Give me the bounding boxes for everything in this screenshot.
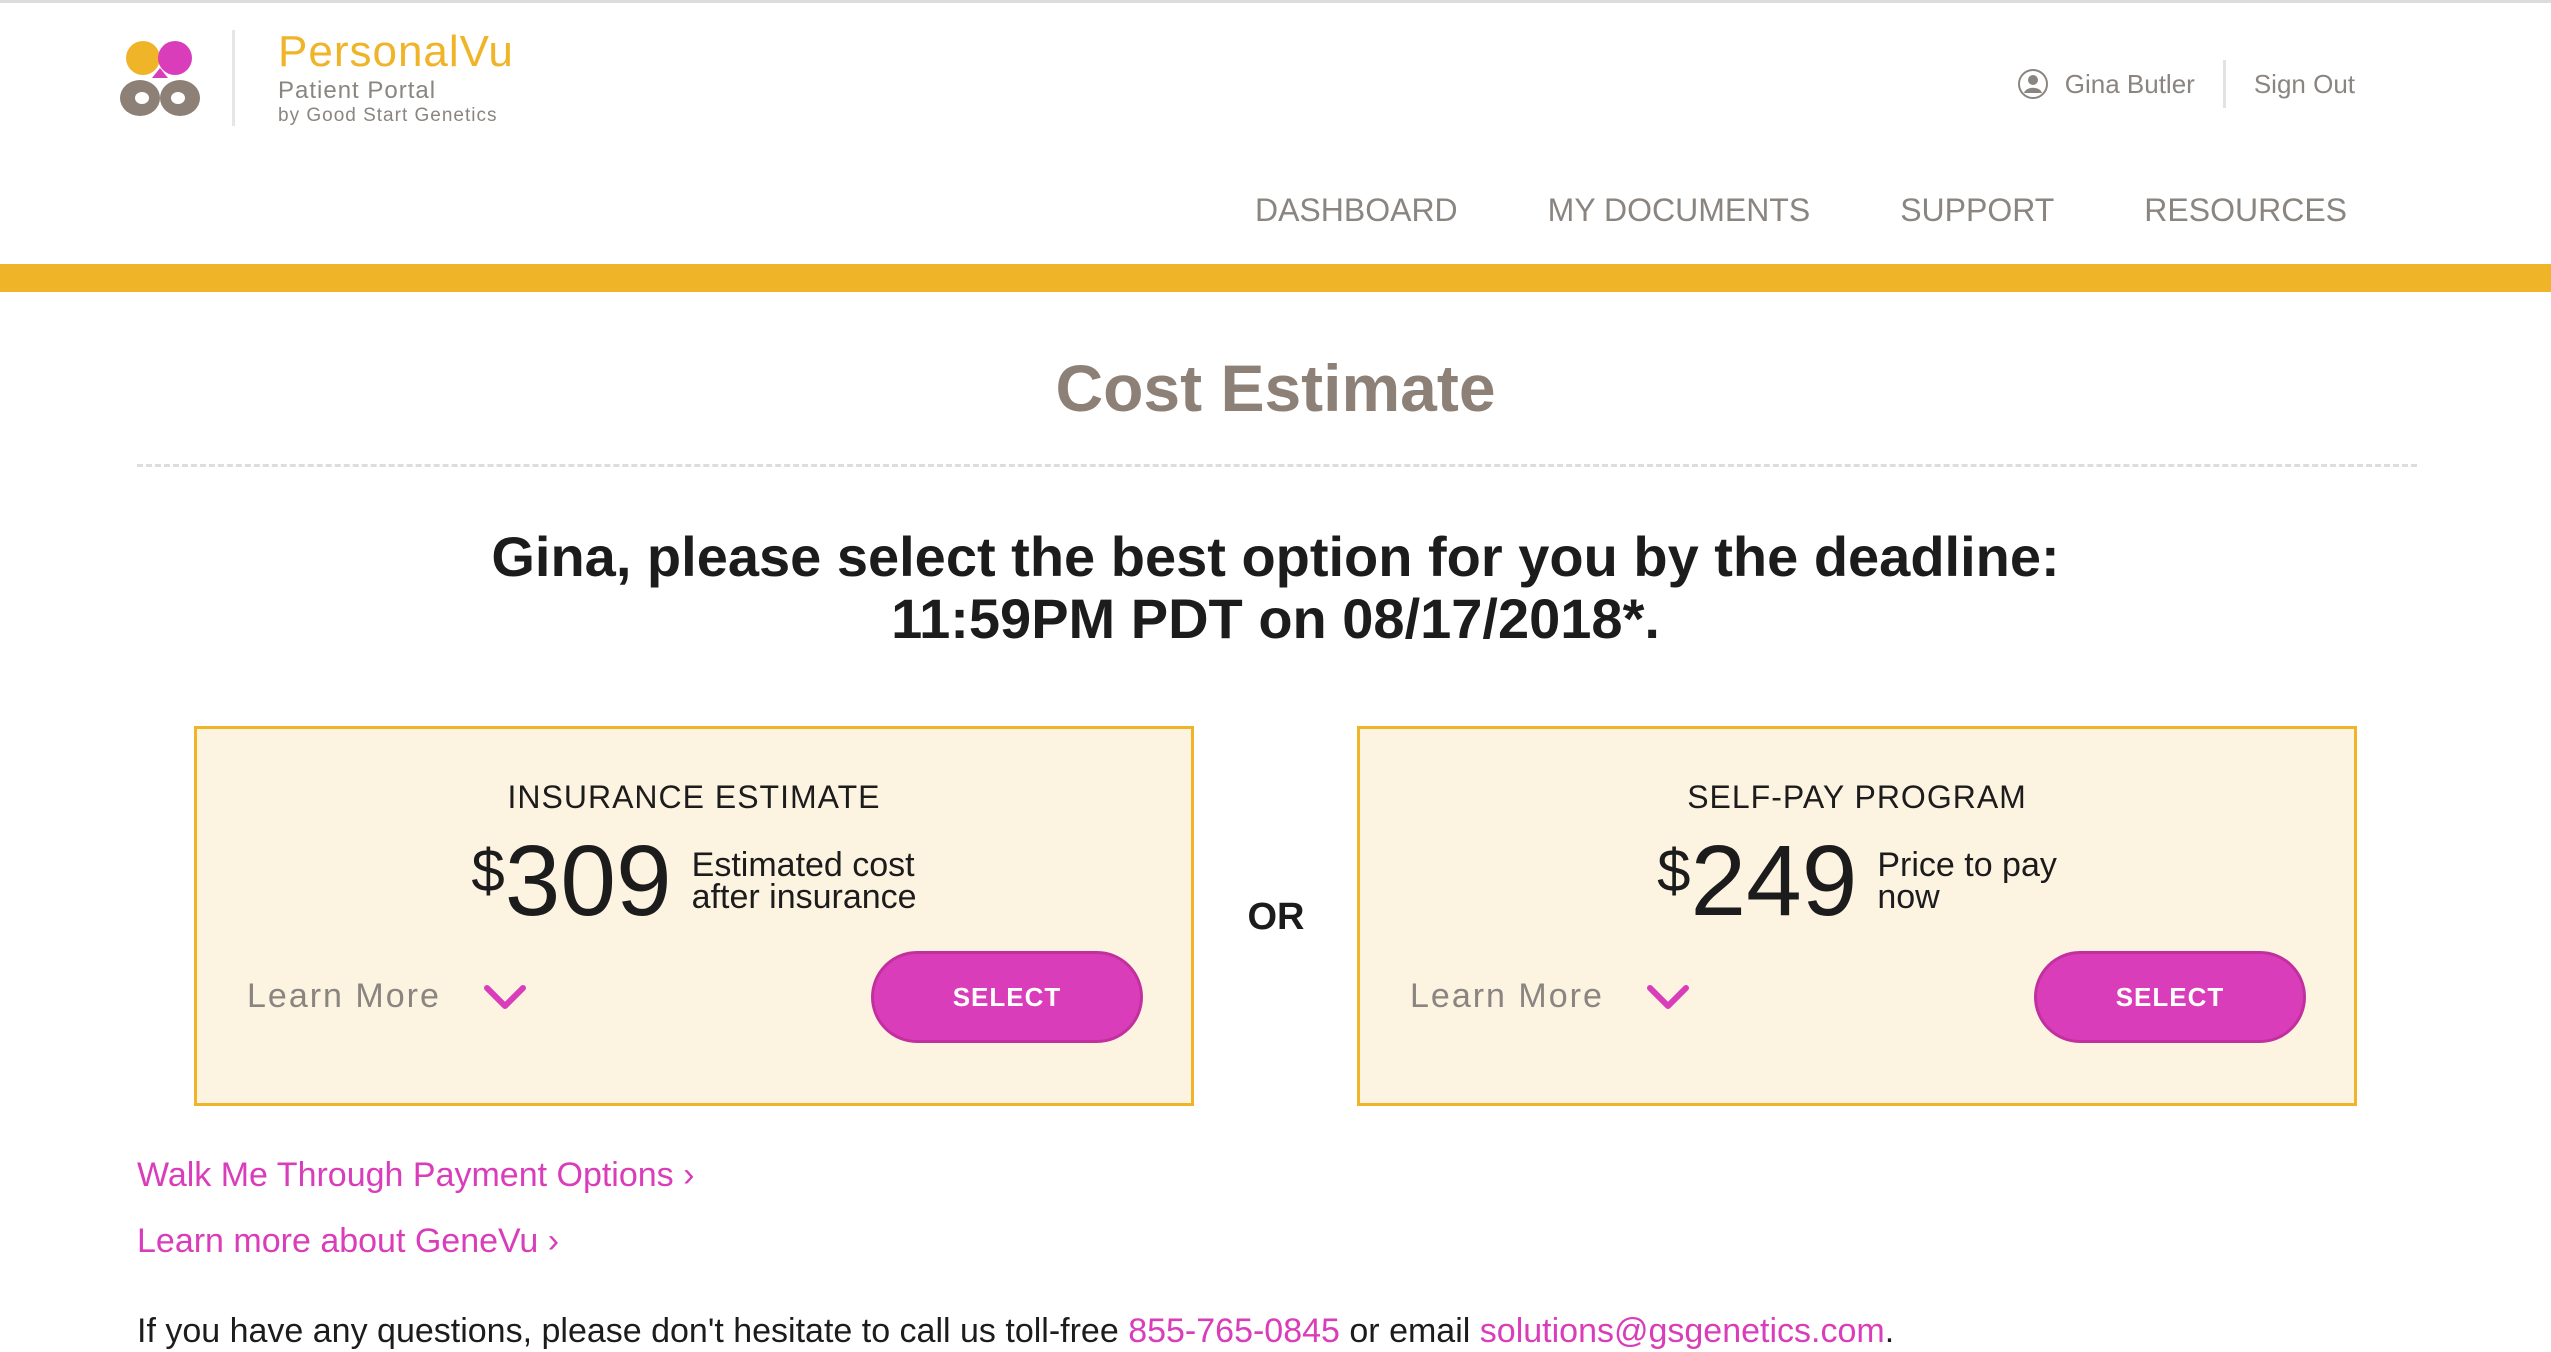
learn-more-label: Learn More <box>247 977 441 1015</box>
page-title: Cost Estimate <box>1055 351 1496 425</box>
nav-dashboard[interactable]: DASHBOARD <box>1255 190 1458 230</box>
email-link[interactable]: solutions@gsgenetics.com <box>1480 1312 1885 1350</box>
self-pay-program-card: SELF-PAY PROGRAM $ 249 Price to pay now … <box>1357 726 2357 1106</box>
phone-link[interactable]: 855-765-0845 <box>1128 1312 1340 1350</box>
user-name[interactable]: Gina Butler <box>2065 68 2195 100</box>
personalvu-logo-icon[interactable] <box>118 38 202 122</box>
logo-divider <box>232 30 235 126</box>
insurance-estimate-card: INSURANCE ESTIMATE $ 309 Estimated cost … <box>194 726 1194 1106</box>
top-border <box>0 0 2551 3</box>
price: $ 309 <box>471 831 671 931</box>
learn-more-label: Learn More <box>1410 977 1604 1015</box>
user-icon <box>2017 69 2048 99</box>
main-nav: DASHBOARD MY DOCUMENTS SUPPORT RESOURCES <box>1165 190 2347 230</box>
price-description: Price to pay now <box>1877 846 2057 916</box>
prompt-deadline: 11:59PM PDT on 08/17/2018*. <box>891 587 1660 650</box>
brand-subtitle: Patient Portal <box>278 77 437 104</box>
contact-text: If you have any questions, please don't … <box>137 1310 1894 1352</box>
sign-out-link[interactable]: Sign Out <box>2254 68 2355 100</box>
learn-more-toggle[interactable]: Learn More <box>1410 977 1690 1016</box>
price: $ 249 <box>1657 831 1857 931</box>
price-row: $ 309 Estimated cost after insurance <box>197 831 1191 931</box>
user-separator <box>2222 60 2226 108</box>
learn-more-genevu-link[interactable]: Learn more about GeneVu › <box>137 1220 559 1262</box>
brand: PersonalVu Patient Portal by Good Start … <box>278 26 514 128</box>
contact-text-middle: or email <box>1339 1312 1480 1350</box>
currency-symbol: $ <box>471 837 505 904</box>
price-row: $ 249 Price to pay now <box>1360 831 2354 931</box>
chevron-down-icon <box>483 984 526 1009</box>
chevron-down-icon <box>1646 984 1689 1009</box>
user-area: Gina Butler Sign Out <box>2017 60 2355 108</box>
card-heading: SELF-PAY PROGRAM <box>1687 779 2027 815</box>
price-description: Estimated cost after insurance <box>691 846 917 916</box>
price-desc-line-1: Estimated cost <box>691 846 915 884</box>
header-accent-bar <box>0 264 2551 292</box>
price-desc-line-2: now <box>1877 878 1940 916</box>
price-amount: 309 <box>504 825 672 937</box>
price-desc-line-1: Price to pay <box>1877 846 2057 884</box>
contact-text-before: If you have any questions, please don't … <box>137 1312 1129 1350</box>
deadline-prompt: Gina, please select the best option for … <box>0 526 2551 650</box>
title-divider <box>137 464 2417 467</box>
walk-through-payment-options-link[interactable]: Walk Me Through Payment Options › <box>137 1154 694 1196</box>
nav-support[interactable]: SUPPORT <box>1900 190 2054 230</box>
contact-text-after: . <box>1884 1312 1895 1350</box>
brand-by: by Good Start Genetics <box>278 105 498 126</box>
card-heading: INSURANCE ESTIMATE <box>507 779 881 815</box>
currency-symbol: $ <box>1657 837 1691 904</box>
nav-my-documents[interactable]: MY DOCUMENTS <box>1548 190 1811 230</box>
nav-resources[interactable]: RESOURCES <box>2144 190 2347 230</box>
learn-more-toggle[interactable]: Learn More <box>247 977 527 1016</box>
or-separator: OR <box>1247 896 1305 938</box>
select-insurance-button[interactable]: SELECT <box>871 951 1143 1043</box>
price-desc-line-2: after insurance <box>691 878 917 916</box>
brand-name: PersonalVu <box>278 27 514 76</box>
prompt-line-1: Gina, please select the best option for … <box>491 525 2060 588</box>
select-self-pay-button[interactable]: SELECT <box>2034 951 2306 1043</box>
price-amount: 249 <box>1690 825 1858 937</box>
